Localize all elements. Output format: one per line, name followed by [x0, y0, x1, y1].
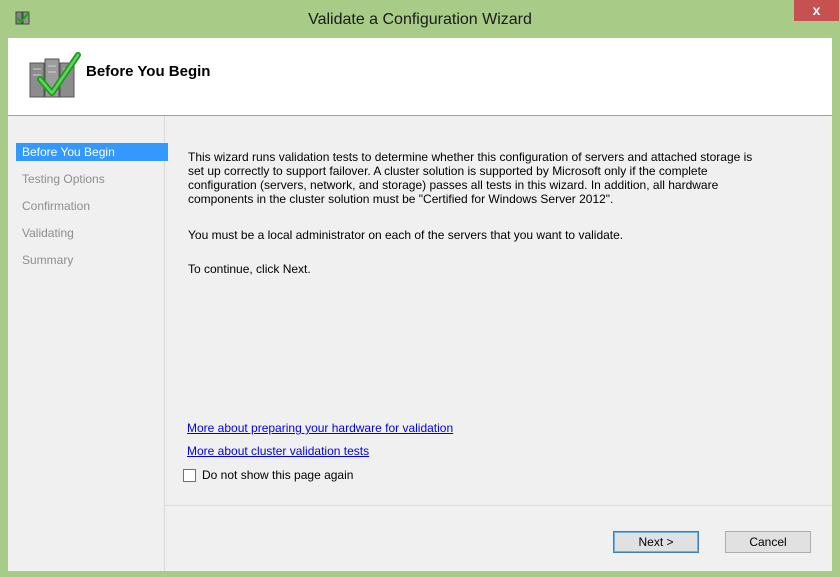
wizard-window: Validate a Configuration Wizard x Before…: [0, 0, 840, 577]
cancel-button[interactable]: Cancel: [725, 531, 811, 553]
hardware-validation-link[interactable]: More about preparing your hardware for v…: [187, 421, 453, 435]
wizard-content: This wizard runs validation tests to det…: [165, 116, 832, 571]
next-button[interactable]: Next >: [613, 531, 699, 553]
step-testing-options: Testing Options: [22, 172, 105, 186]
close-button[interactable]: x: [794, 0, 839, 21]
continue-note: To continue, click Next.: [188, 262, 311, 276]
step-before-you-begin[interactable]: Before You Begin: [16, 143, 168, 161]
wizard-client-area: Before You Begin Before You Begin Testin…: [8, 38, 832, 571]
step-summary: Summary: [22, 253, 74, 267]
do-not-show-checkbox[interactable]: [183, 469, 196, 482]
window-title: Validate a Configuration Wizard: [308, 11, 532, 28]
close-icon: x: [812, 2, 821, 18]
step-confirmation: Confirmation: [22, 199, 91, 213]
intro-line: configuration (servers, network, and sto…: [188, 178, 719, 192]
title-bar[interactable]: Validate a Configuration Wizard x: [0, 0, 840, 38]
admin-note: You must be a local administrator on eac…: [188, 228, 624, 242]
wizard-header: Before You Begin: [8, 38, 832, 116]
intro-line: This wizard runs validation tests to det…: [188, 150, 753, 164]
cluster-validation-icon: [29, 52, 81, 98]
page-title: Before You Begin: [86, 63, 211, 80]
intro-line: set up correctly to support failover. A …: [188, 164, 708, 178]
button-separator: [165, 505, 832, 506]
intro-line: components in the cluster solution must …: [188, 192, 614, 206]
do-not-show-label[interactable]: Do not show this page again: [202, 468, 353, 482]
step-validating: Validating: [22, 226, 74, 240]
intro-text: This wizard runs validation tests to det…: [188, 150, 808, 206]
wizard-steps-sidebar: Before You Begin Testing Options Confirm…: [8, 116, 168, 571]
validation-tests-link[interactable]: More about cluster validation tests: [187, 444, 369, 458]
